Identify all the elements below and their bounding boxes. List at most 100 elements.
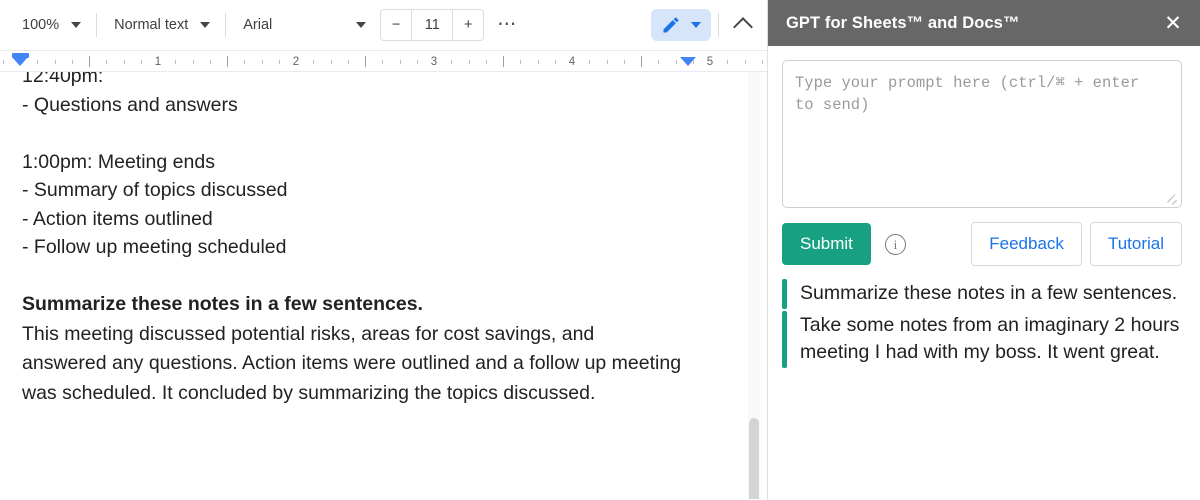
chevron-down-icon <box>71 22 82 28</box>
ruler-tick <box>658 60 660 64</box>
history-item[interactable]: Summarize these notes in a few sentences… <box>782 279 1194 309</box>
document-canvas[interactable]: 12:40pm: - Questions and answers 1:00pm: M… <box>0 72 768 499</box>
font-family-value: Arial <box>243 16 273 33</box>
ruler-tick <box>123 60 125 64</box>
font-size-increase-button[interactable]: + <box>452 10 484 40</box>
addon-title: GPT for Sheets™ and Docs™ <box>786 13 1020 32</box>
editor-toolbar: 100% Normal text Arial − 11 + ⋯ <box>0 0 768 50</box>
right-margin-marker[interactable] <box>680 57 696 66</box>
addon-action-row: Submit i Feedback Tutorial <box>782 222 1182 266</box>
document-line: - Action items outlined <box>22 207 213 230</box>
ruler-tick <box>451 60 453 64</box>
editing-mode-button[interactable] <box>651 9 711 41</box>
document-editor-pane: 100% Normal text Arial − 11 + ⋯ 1 2 3 4 … <box>0 0 768 500</box>
scrollbar-thumb[interactable] <box>749 418 759 499</box>
toolbar-divider <box>718 13 719 37</box>
addon-header: GPT for Sheets™ and Docs™ ✕ <box>768 0 1200 46</box>
ruler-tick <box>365 56 366 67</box>
document-line: 1:00pm: Meeting ends <box>22 150 215 173</box>
info-icon[interactable]: i <box>884 233 906 255</box>
prompt-placeholder: Type your prompt here (ctrl/⌘ + enter to… <box>795 74 1149 114</box>
chevron-down-icon <box>691 22 701 28</box>
ruler-number: 5 <box>706 56 714 68</box>
document-prompt-heading: Summarize these notes in a few sentences… <box>22 293 423 315</box>
ruler-tick <box>330 60 332 64</box>
tutorial-button[interactable]: Tutorial <box>1089 222 1182 266</box>
document-line: - Summary of topics discussed <box>22 179 288 201</box>
document-scrollbar[interactable] <box>748 72 760 499</box>
ruler-tick <box>468 60 470 64</box>
font-size-decrease-button[interactable]: − <box>381 10 413 40</box>
toolbar-divider <box>225 13 227 37</box>
ruler-tick <box>727 60 729 64</box>
zoom-value: 100% <box>22 16 60 33</box>
document-generated-answer: This meeting discussed potential risks, … <box>22 322 682 404</box>
font-size-stepper[interactable]: − 11 + <box>380 9 485 41</box>
paragraph-style-selector[interactable]: Normal text <box>104 10 218 40</box>
prompt-history-list: Summarize these notes in a few sentences… <box>782 279 1194 368</box>
ruler-tick <box>399 60 401 64</box>
document-line: - Questions and answers <box>22 93 238 116</box>
ruler-tick <box>347 60 349 64</box>
ruler-tick <box>278 60 280 64</box>
ruler-tick <box>54 60 56 64</box>
ruler-number: 4 <box>568 56 576 68</box>
document-blank-line <box>22 119 682 148</box>
ruler-tick <box>71 60 73 64</box>
ruler-tick <box>761 60 763 64</box>
ruler-tick <box>192 60 194 64</box>
document-line: 12:40pm: <box>22 72 104 87</box>
ruler-tick <box>37 60 39 64</box>
ruler-tick <box>416 60 418 64</box>
ruler-tick <box>503 56 504 67</box>
ruler-tick <box>641 56 642 67</box>
pencil-icon <box>663 17 679 33</box>
history-item-text: Take some notes from an imaginary 2 hour… <box>800 313 1180 364</box>
ruler-tick <box>106 60 108 64</box>
app-root: 100% Normal text Arial − 11 + ⋯ 1 2 3 4 … <box>0 0 1200 500</box>
prompt-input[interactable]: Type your prompt here (ctrl/⌘ + enter to… <box>782 60 1182 208</box>
toolbar-divider <box>96 13 98 37</box>
ruler-tick <box>537 60 539 64</box>
paragraph-style-value: Normal text <box>114 16 189 33</box>
ruler-tick <box>313 60 315 64</box>
more-options-icon[interactable]: ⋯ <box>492 10 522 40</box>
ruler-tick <box>140 60 142 64</box>
resize-handle-icon[interactable] <box>1168 195 1178 205</box>
ruler-tick <box>209 60 211 64</box>
ruler-tick <box>554 60 556 64</box>
ruler-tick <box>485 60 487 64</box>
ruler-tick <box>744 60 746 64</box>
close-icon[interactable]: ✕ <box>1160 10 1186 36</box>
addon-content: Type your prompt here (ctrl/⌘ + enter to… <box>768 46 1200 368</box>
history-item-text: Summarize these notes in a few sentences… <box>800 282 1178 304</box>
font-family-selector[interactable]: Arial <box>233 10 374 40</box>
ruler-tick <box>175 60 177 64</box>
submit-button[interactable]: Submit <box>782 223 871 265</box>
document-ruler[interactable]: 1 2 3 4 5 <box>0 50 768 72</box>
ruler-tick <box>606 60 608 64</box>
ruler-number: 1 <box>154 56 162 68</box>
ruler-tick <box>520 60 522 64</box>
addon-sidebar: GPT for Sheets™ and Docs™ ✕ Type your pr… <box>768 0 1200 500</box>
history-item[interactable]: Take some notes from an imaginary 2 hour… <box>782 310 1194 368</box>
ruler-tick <box>227 56 228 67</box>
ruler-tick <box>675 60 677 64</box>
ruler-tick <box>623 60 625 64</box>
left-margin-marker[interactable] <box>12 57 28 66</box>
document-text[interactable]: 12:40pm: - Questions and answers 1:00pm: M… <box>22 72 682 408</box>
chevron-up-icon <box>733 17 753 37</box>
ruler-number: 3 <box>430 56 438 68</box>
collapse-toolbar-button[interactable] <box>726 8 760 42</box>
ruler-number: 2 <box>292 56 300 68</box>
document-blank-line <box>22 262 682 291</box>
ruler-tick <box>89 56 90 67</box>
ruler-tick <box>244 60 246 64</box>
chevron-down-icon <box>356 22 367 28</box>
zoom-selector[interactable]: 100% <box>14 10 89 40</box>
font-size-value[interactable]: 11 <box>412 10 453 40</box>
ruler-tick <box>2 60 4 64</box>
ruler-tick <box>261 60 263 64</box>
feedback-button[interactable]: Feedback <box>971 222 1082 266</box>
ruler-tick <box>589 60 591 64</box>
